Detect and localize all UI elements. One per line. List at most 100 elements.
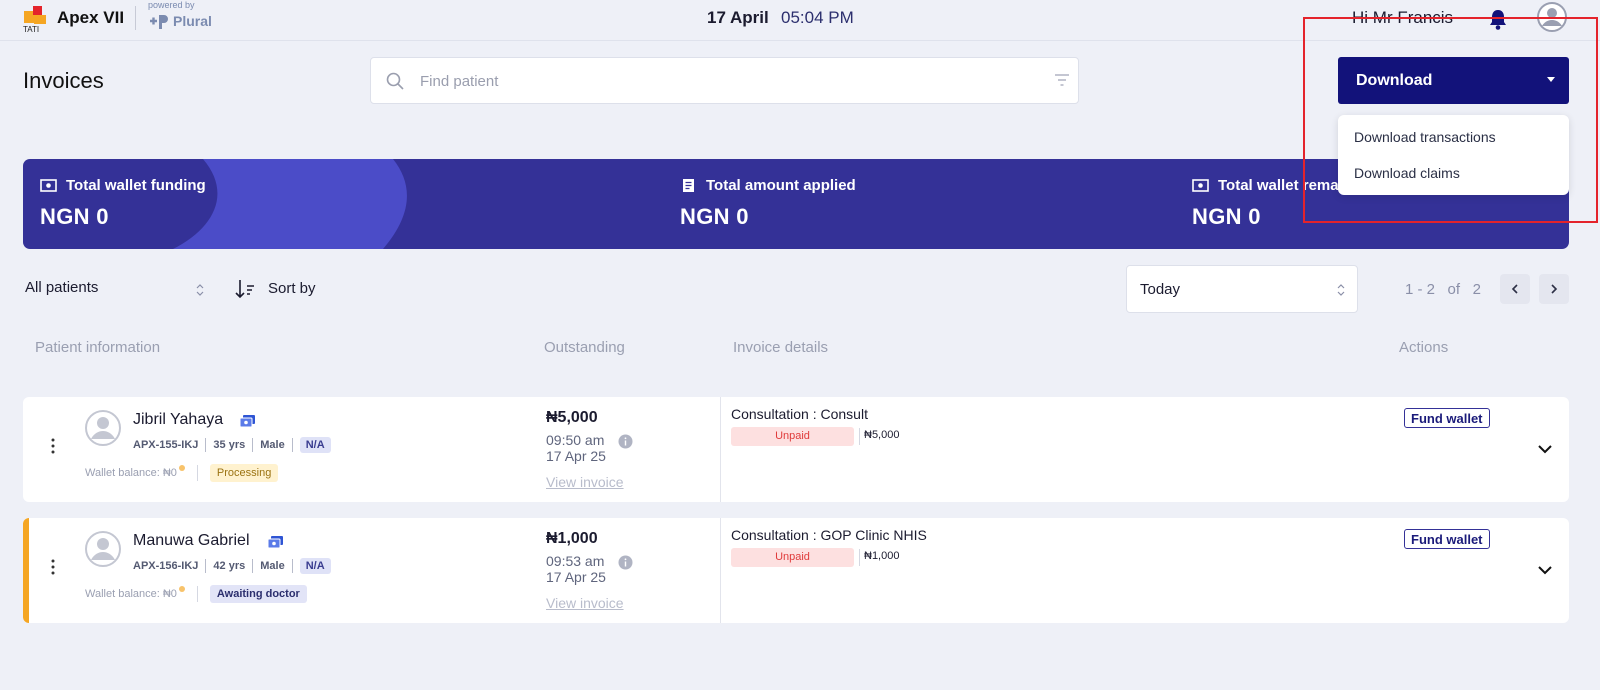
patients-filter-select[interactable]: All patients <box>25 279 208 301</box>
stat-label: Total wallet rema <box>1218 177 1339 194</box>
info-icon[interactable] <box>618 434 633 449</box>
status-dot <box>178 465 185 471</box>
table-row: Manuwa Gabriel APX-156-IKJ 42 yrs Male N… <box>23 518 1569 623</box>
wallet-info: Wallet balance: ₦0 Processing <box>85 464 279 482</box>
stat-total-amount-applied: Total amount applied NGN 0 <box>680 177 856 230</box>
stat-label: Total amount applied <box>706 177 856 194</box>
info-icon[interactable] <box>618 555 633 570</box>
menu-item-download-transactions[interactable]: Download transactions <box>1354 129 1496 145</box>
column-divider <box>720 518 721 623</box>
patient-age: 42 yrs <box>213 560 246 572</box>
cash-icon <box>1192 179 1209 192</box>
filter-icon[interactable] <box>1054 73 1070 87</box>
patient-gender: Male <box>260 560 285 572</box>
pagination-of: of <box>1447 281 1461 298</box>
cash-icon <box>40 179 57 192</box>
patient-name[interactable]: Manuwa Gabriel <box>133 532 250 550</box>
outstanding-amount: ₦1,000 <box>546 530 598 547</box>
svg-text:TATI: TATI <box>23 25 39 33</box>
brand-divider <box>135 6 136 30</box>
wallet-balance: Wallet balance: ₦0 <box>85 588 177 600</box>
patient-gender: Male <box>260 439 285 451</box>
column-invoice-details: Invoice details <box>733 339 829 356</box>
column-patient-information: Patient information <box>35 339 161 356</box>
service-amount: ₦1,000 <box>864 550 900 562</box>
date-range-value: Today <box>1140 281 1181 298</box>
top-bar: TATI Apex VII powered by Plural 17 April… <box>0 0 1600 41</box>
header-date: 17 April <box>707 8 769 27</box>
patients-filter-value: All patients <box>25 279 99 296</box>
sort-icon[interactable] <box>234 278 256 300</box>
search-input[interactable] <box>420 68 1020 94</box>
download-button[interactable]: Download <box>1338 57 1569 104</box>
stat-label: Total wallet funding <box>66 177 206 194</box>
download-label: Download <box>1356 71 1433 89</box>
pagination-info: 1 - 2 of 2 <box>1405 281 1481 298</box>
patient-id: APX-155-IKJ <box>133 439 199 451</box>
status-badge: Processing <box>209 464 279 482</box>
column-actions: Actions <box>1399 339 1449 356</box>
user-greeting: Hi Mr Francis <box>1352 8 1454 27</box>
patient-name[interactable]: Jibril Yahaya <box>133 411 223 429</box>
fund-wallet-button[interactable]: Fund wallet <box>1404 529 1490 549</box>
invoice-time: 09:53 am <box>546 553 605 569</box>
patient-tag-badge: N/A <box>299 437 331 453</box>
table-row: Jibril Yahaya APX-155-IKJ 35 yrs Male N/… <box>23 397 1569 502</box>
patient-meta: APX-155-IKJ 35 yrs Male N/A <box>133 437 331 453</box>
insurance-card-icon <box>240 415 255 427</box>
chevron-down-icon[interactable] <box>1538 445 1552 454</box>
patient-id: APX-156-IKJ <box>133 560 199 572</box>
user-avatar-icon[interactable] <box>1537 2 1567 32</box>
view-invoice-link[interactable]: View invoice <box>546 474 624 490</box>
patient-age: 35 yrs <box>213 439 246 451</box>
page-title: Invoices <box>23 68 104 93</box>
service-description: Consultation : Consult <box>731 406 868 422</box>
sort-by-button[interactable]: Sort by <box>268 280 316 297</box>
view-invoice-link[interactable]: View invoice <box>546 595 624 611</box>
status-badge: Awaiting doctor <box>209 585 307 603</box>
more-options-icon[interactable] <box>51 438 55 454</box>
pagination-total: 2 <box>1472 281 1481 298</box>
insurance-card-icon <box>268 536 283 548</box>
patient-avatar-icon <box>85 531 121 567</box>
chevron-left-icon <box>1511 284 1518 294</box>
service-amount: ₦5,000 <box>864 429 900 441</box>
divider <box>859 428 860 445</box>
chevron-right-icon <box>1551 284 1558 294</box>
more-options-icon[interactable] <box>51 559 55 575</box>
stat-total-wallet-remaining: Total wallet rema NGN 0 <box>1192 177 1339 230</box>
fund-wallet-button[interactable]: Fund wallet <box>1404 408 1490 428</box>
wallet-balance: Wallet balance: ₦0 <box>85 467 177 479</box>
stat-value: NGN 0 <box>40 204 109 229</box>
notification-bell-icon[interactable] <box>1488 8 1508 30</box>
partner-logo: Plural <box>148 12 212 30</box>
patient-meta: APX-156-IKJ 42 yrs Male N/A <box>133 558 331 574</box>
pagination-range: 1 - 2 <box>1405 281 1436 298</box>
invoice-date: 17 Apr 25 <box>546 448 606 464</box>
receipt-icon <box>683 179 694 192</box>
invoice-date: 17 Apr 25 <box>546 569 606 585</box>
plural-logo-icon <box>150 15 168 29</box>
wallet-info: Wallet balance: ₦0 Awaiting doctor <box>85 585 307 603</box>
divider <box>859 549 860 566</box>
updown-chevron-icon <box>1337 284 1345 296</box>
apex-logo-icon: TATI <box>23 6 46 33</box>
partner-name: Plural <box>173 13 212 29</box>
menu-item-download-claims[interactable]: Download claims <box>1354 165 1460 181</box>
payment-status-badge: Unpaid <box>731 427 854 446</box>
chevron-down-icon <box>1547 77 1555 82</box>
chevron-down-icon[interactable] <box>1538 566 1552 575</box>
patient-tag-badge: N/A <box>299 558 331 574</box>
patient-avatar-icon <box>85 410 121 446</box>
date-range-select[interactable]: Today <box>1126 265 1358 313</box>
column-divider <box>720 397 721 502</box>
service-description: Consultation : GOP Clinic NHIS <box>731 527 927 543</box>
previous-page-button[interactable] <box>1500 274 1530 304</box>
stat-value: NGN 0 <box>680 204 749 229</box>
invoice-time: 09:50 am <box>546 432 605 448</box>
download-menu: Download transactions Download claims <box>1338 115 1569 195</box>
app-name: Apex VII <box>57 8 125 27</box>
outstanding-amount: ₦5,000 <box>546 409 598 426</box>
next-page-button[interactable] <box>1539 274 1569 304</box>
payment-status-badge: Unpaid <box>731 548 854 567</box>
